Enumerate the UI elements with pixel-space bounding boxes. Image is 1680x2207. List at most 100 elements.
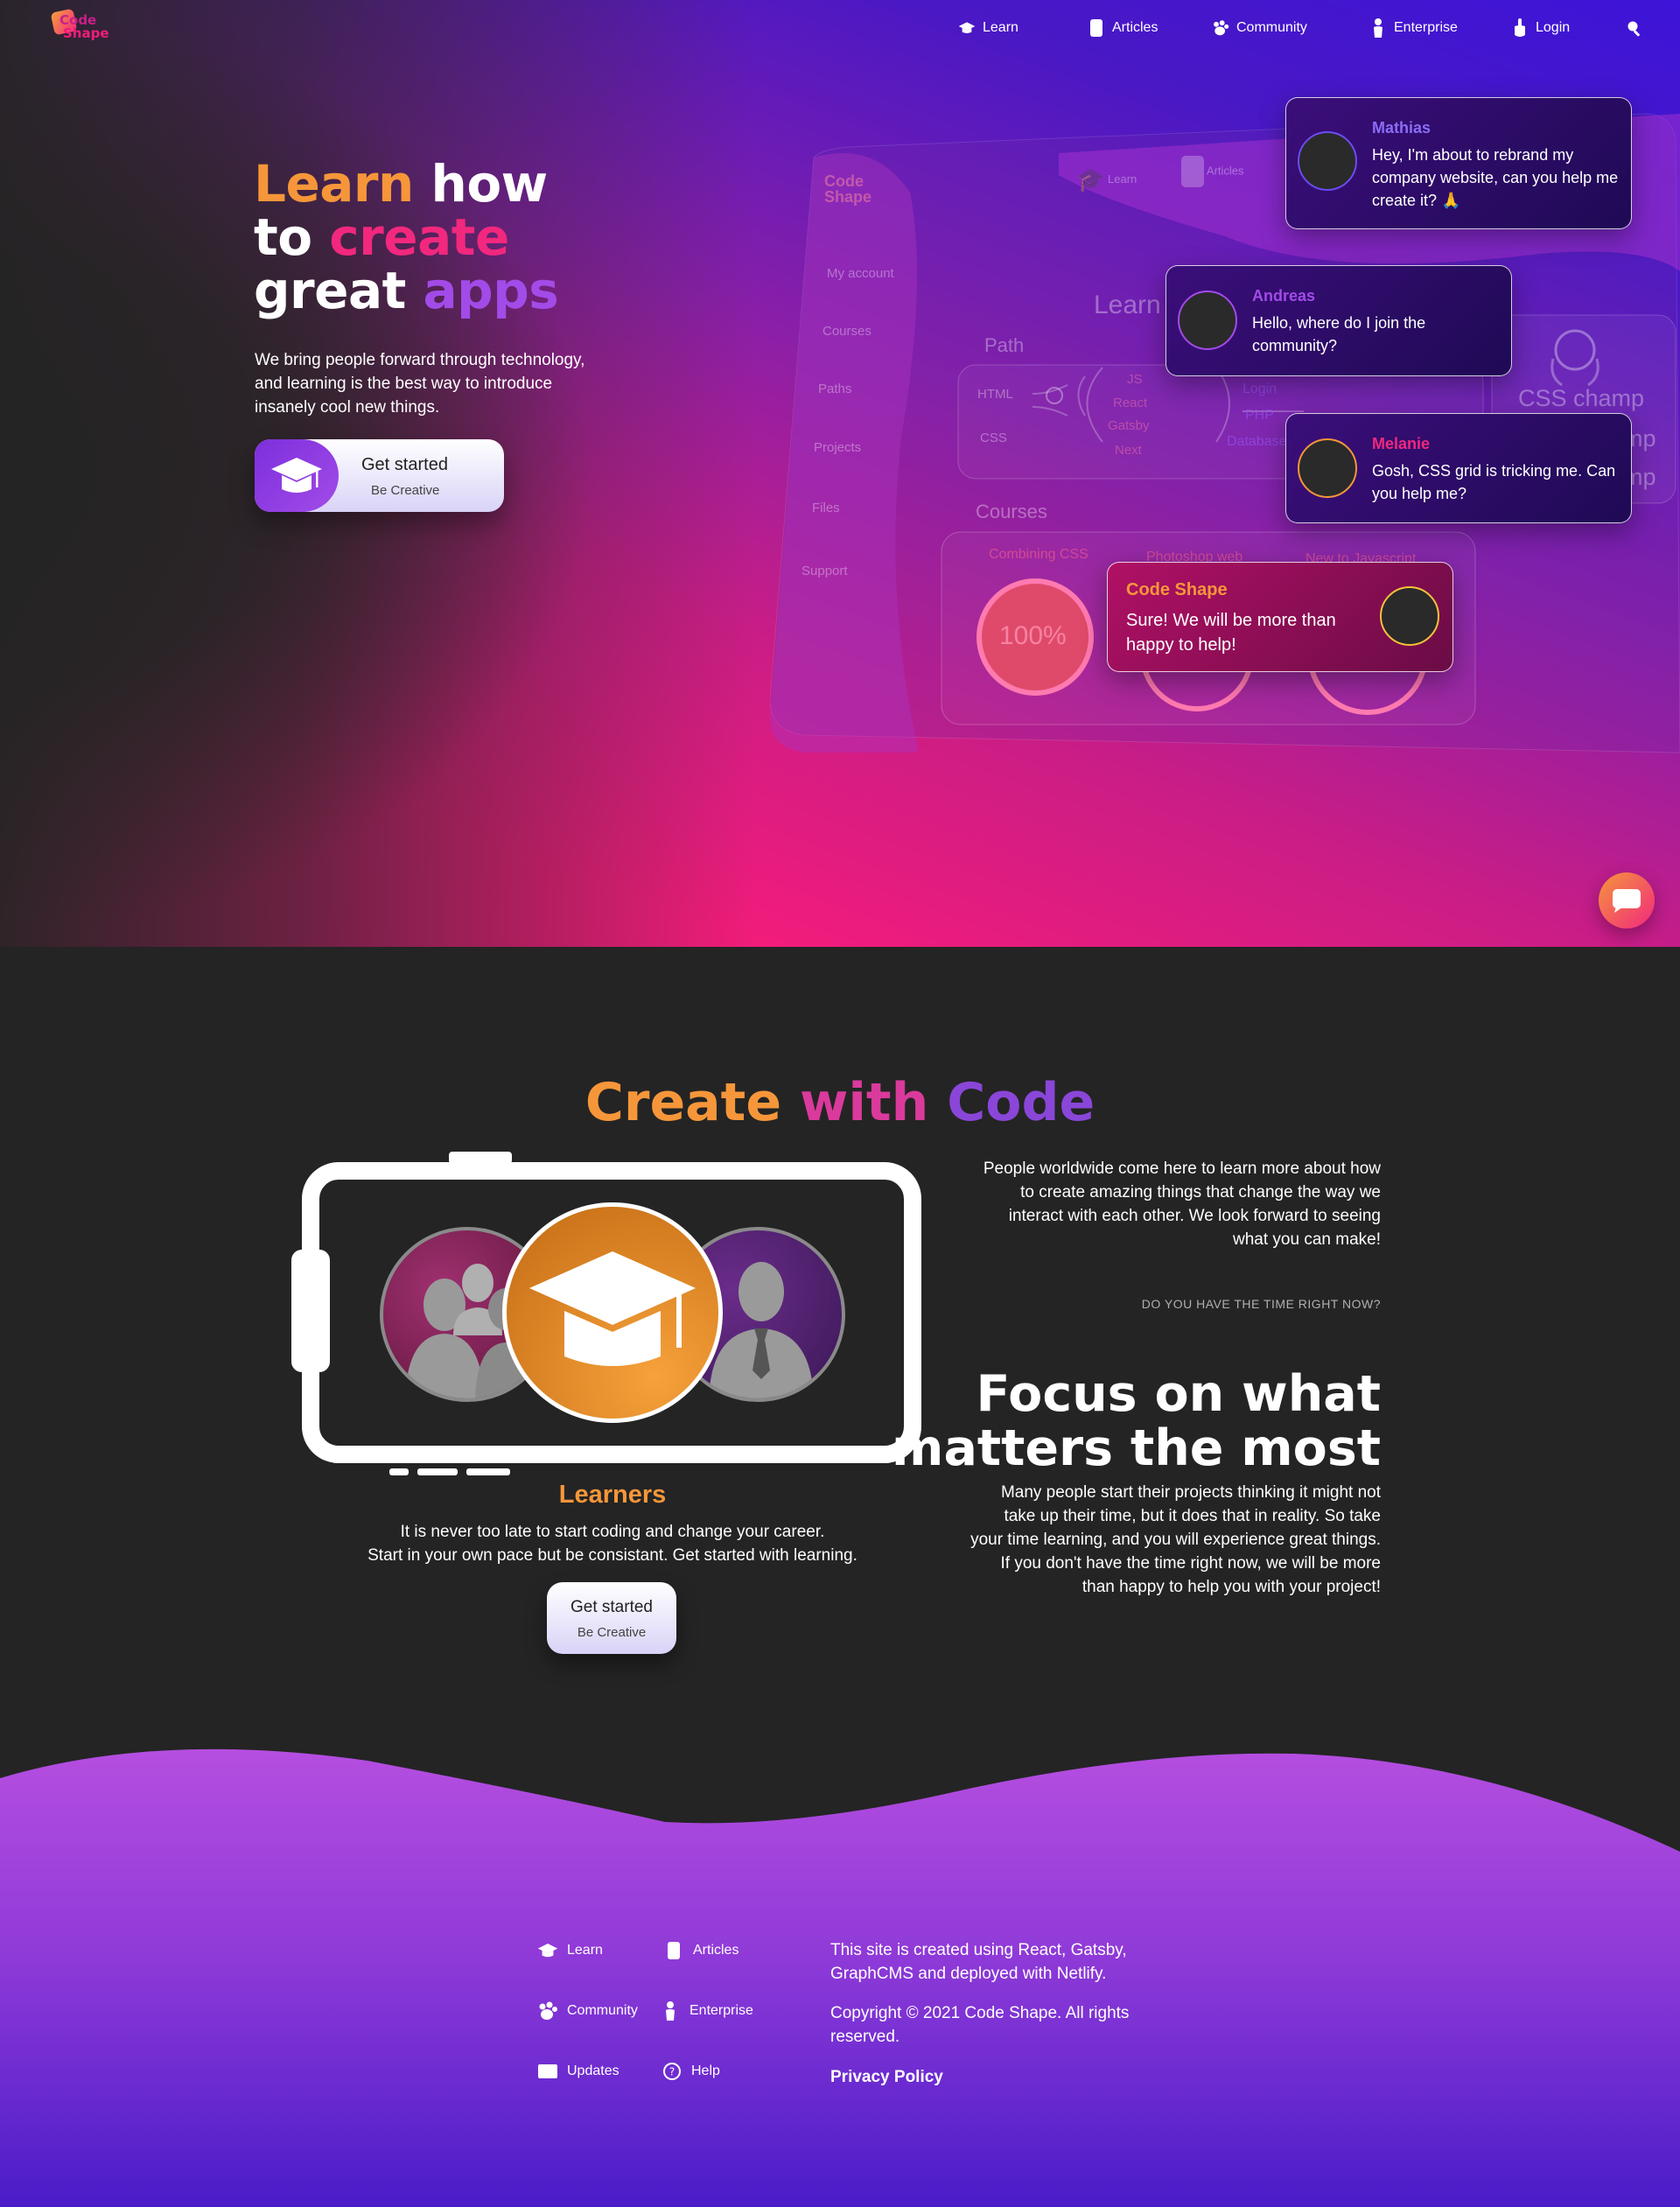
mockup-topnav-articles: Articles xyxy=(1181,156,1244,187)
chat-bubble: Mathias Hey, I'm about to rebrand my com… xyxy=(1285,97,1632,229)
mockup-side-item: My account xyxy=(827,266,894,281)
document-icon xyxy=(1088,19,1105,37)
mockup-side-item: Paths xyxy=(818,382,852,396)
hero-title-word: great xyxy=(254,261,406,320)
paw-icon xyxy=(537,2001,558,2021)
graduation-cap-icon xyxy=(255,439,339,512)
hero-description: We bring people forward through technolo… xyxy=(255,351,585,417)
footer-link-updates[interactable]: Updates xyxy=(537,2062,620,2081)
mockup-learn-heading: Learn xyxy=(1094,291,1161,319)
logo[interactable]: Code Shape xyxy=(50,8,114,44)
phone-notch xyxy=(449,1152,512,1164)
chat-message: Gosh, CSS grid is tricking me. Can you h… xyxy=(1372,462,1616,502)
mockup-path-item: CSS xyxy=(980,431,1007,445)
footer-link-label: Articles xyxy=(693,1943,739,1958)
mockup-path-item: Next xyxy=(1115,443,1142,458)
graduation-cap-icon: 🎓 xyxy=(1076,166,1105,193)
privacy-policy-link[interactable]: Privacy Policy xyxy=(830,2065,1180,2089)
get-started-sublabel: Be Creative xyxy=(577,1625,647,1640)
mockup-logo-line2: Shape xyxy=(824,188,872,206)
get-started-sublabel: Be Creative xyxy=(371,483,440,498)
mockup-courses-heading: Courses xyxy=(976,501,1047,522)
get-started-button[interactable]: Get started Be Creative xyxy=(255,439,504,512)
mockup-path-item: Database xyxy=(1227,434,1287,449)
footer-link-enterprise[interactable]: Enterprise xyxy=(660,2001,753,2021)
document-icon xyxy=(1181,156,1204,187)
chat-bubble: Andreas Hello, where do I join the commu… xyxy=(1166,265,1512,376)
footer-link-learn[interactable]: Learn xyxy=(537,1941,603,1960)
avatar xyxy=(1298,131,1357,191)
nav-item-community[interactable]: Community xyxy=(1212,16,1307,40)
avatar xyxy=(1298,438,1357,498)
mockup-path-item: React xyxy=(1113,396,1148,410)
mockup-path-heading: Path xyxy=(984,334,1025,356)
mockup-path-item: PHP xyxy=(1245,408,1274,423)
chat-bubble: Code Shape Sure! We will be more than ha… xyxy=(1107,562,1453,672)
hero-title-word: how xyxy=(430,154,549,214)
footer-link-community[interactable]: Community xyxy=(537,2001,638,2021)
mockup-logo: Code Shape xyxy=(824,173,872,205)
graduation-cap-icon xyxy=(529,1251,696,1366)
chat-bubble: Melanie Gosh, CSS grid is tricking me. C… xyxy=(1285,413,1632,523)
phone-side-button xyxy=(291,1250,330,1372)
mockup-path-item: Login xyxy=(1242,382,1278,396)
search-icon xyxy=(1626,19,1643,37)
nav-label: Learn xyxy=(983,20,1018,35)
nav-item-login[interactable]: Login xyxy=(1511,16,1570,40)
logo-text: Code Shape xyxy=(60,14,109,40)
search-button[interactable] xyxy=(1626,16,1643,40)
chat-help-button[interactable] xyxy=(1599,872,1655,928)
mockup-course: Combining CSS xyxy=(989,547,1088,562)
focus-heading-line: matters the most xyxy=(892,1419,1381,1477)
chat-name: Melanie xyxy=(1372,435,1431,452)
graduation-cap-icon xyxy=(537,1941,558,1960)
nav-item-enterprise[interactable]: Enterprise xyxy=(1369,16,1458,40)
section-title-word: with xyxy=(799,1072,929,1133)
chat-name: Mathias xyxy=(1372,119,1432,137)
top-navigation: Code Shape Learn Articles Community Ente… xyxy=(0,0,1680,56)
mockup-champ: CSS champ xyxy=(1518,385,1645,411)
nav-item-learn[interactable]: Learn xyxy=(958,16,1018,40)
footer-link-articles[interactable]: Articles xyxy=(663,1941,738,1960)
nav-item-articles[interactable]: Articles xyxy=(1088,16,1158,40)
chat-name: Code Shape xyxy=(1126,580,1228,599)
hero-title-word: create xyxy=(329,207,509,267)
person-icon xyxy=(660,2001,681,2021)
mockup-side-item: Files xyxy=(812,501,840,515)
document-icon xyxy=(663,1941,684,1960)
time-caption: DO YOU HAVE THE TIME RIGHT NOW? xyxy=(1141,1297,1381,1311)
graduation-cap-icon xyxy=(958,19,976,37)
footer-about: This site is created using React, Gatsby… xyxy=(830,1941,1127,1983)
help-icon: ? xyxy=(662,2062,682,2081)
window-icon xyxy=(537,2062,558,2081)
hero-section: Code Shape My account Courses Paths Proj… xyxy=(0,0,1680,947)
section-title-word: Create xyxy=(584,1072,782,1133)
mockup-path-item: Gatsby xyxy=(1108,418,1150,433)
person-icon xyxy=(1369,18,1387,38)
mockup-topnav-label: Learn xyxy=(1108,172,1138,186)
chat-message: Hey, I'm about to rebrand my company web… xyxy=(1372,146,1619,209)
chat-message: Sure! We will be more than happy to help… xyxy=(1126,611,1336,655)
mockup-topnav-label: Articles xyxy=(1206,164,1244,178)
mockup-path-item: HTML xyxy=(977,387,1013,402)
chat-icon xyxy=(1613,889,1641,913)
focus-text: Many people start their projects thinkin… xyxy=(970,1483,1381,1596)
mockup-logo-line1: Code xyxy=(824,172,864,190)
get-started-label: Get started xyxy=(361,455,448,474)
learners-circle xyxy=(502,1202,723,1423)
section-title-word: Code xyxy=(947,1072,1096,1133)
mockup-topnav-learn: 🎓 Learn xyxy=(1076,166,1137,193)
learners-get-started-button[interactable]: Get started Be Creative xyxy=(547,1582,676,1654)
hero-title-word: apps xyxy=(423,261,559,320)
footer-link-label: Help xyxy=(691,2063,720,2078)
nav-label: Articles xyxy=(1112,20,1158,35)
footer-link-help[interactable]: ? Help xyxy=(662,2062,720,2081)
avatar xyxy=(1380,586,1439,646)
hero-title: Learn how to create great apps xyxy=(254,158,559,320)
mockup-path-item: JS xyxy=(1127,372,1143,387)
focus-heading-line: Focus on what xyxy=(976,1365,1381,1423)
intro-text: People worldwide come here to learn more… xyxy=(983,1160,1381,1249)
mockup-progress: 100% xyxy=(999,621,1067,650)
footer-link-label: Enterprise xyxy=(690,2003,753,2018)
logo-line2: Shape xyxy=(63,25,109,41)
